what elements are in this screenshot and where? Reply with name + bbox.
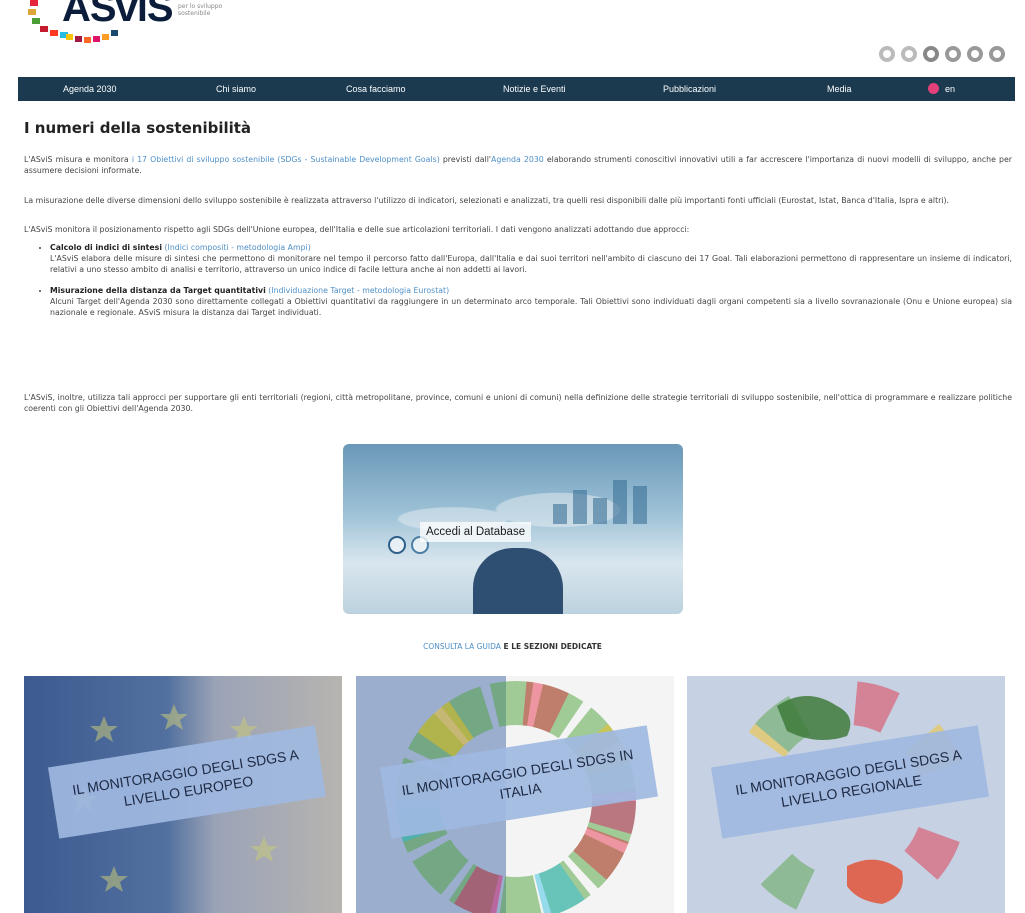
chart-graphic <box>553 464 663 524</box>
nav-item-notizie-eventi[interactable]: Notizie e Eventi <box>503 84 566 94</box>
list-item: Calcolo di indici di sintesi (Indici com… <box>50 242 1012 275</box>
bullet-text: Alcuni Target dell'Agenda 2030 sono dire… <box>50 297 1012 317</box>
twitter-icon[interactable] <box>945 46 961 62</box>
territorial-paragraph: L'ASviS, inoltre, utilizza tali approcci… <box>24 393 1012 413</box>
flag-icon[interactable] <box>928 83 939 94</box>
card-europe[interactable]: IL MONITORAGGIO DEGLI SDGS A LIVELLO EUR… <box>24 676 342 913</box>
youtube-icon[interactable] <box>989 46 1005 62</box>
bullet-text: L'ASviS elabora delle misure di sintesi … <box>50 254 1012 274</box>
instagram-icon[interactable] <box>967 46 983 62</box>
approach-paragraph: L'ASviS monitora il posizionamento rispe… <box>24 225 690 234</box>
intro-text-b: previsti dall' <box>439 155 492 164</box>
nav-item-media[interactable]: Media <box>827 84 852 94</box>
database-button[interactable]: Accedi al Database <box>420 522 532 542</box>
linkedin-icon[interactable] <box>901 46 917 62</box>
logo-subtitle: per lo sviluppo sostenibile <box>178 3 223 17</box>
intro-text-a: L'ASviS misura e monitora <box>24 155 132 164</box>
nav-item-pubblicazioni[interactable]: Pubblicazioni <box>663 84 716 94</box>
database-banner[interactable]: Accedi al Database <box>343 444 683 614</box>
social-links <box>879 46 1005 62</box>
guide-line: CONSULTA LA GUIDA E LE SEZIONI DEDICATE <box>0 642 1025 651</box>
facebook-icon[interactable] <box>923 46 939 62</box>
nav-item-chi-siamo[interactable]: Chi siamo <box>216 84 256 94</box>
list-item: Misurazione della distanza da Target qua… <box>50 285 1012 318</box>
sdgs-link[interactable]: i 17 Obiettivi di sviluppo sostenibile (… <box>132 155 440 164</box>
indici-compositi-link[interactable]: (Indici compositi - metodologia Ampi) <box>164 243 310 252</box>
bullet-title: Misurazione della distanza da Target qua… <box>50 286 266 295</box>
measurement-paragraph: La misurazione delle diverse dimensioni … <box>24 196 950 205</box>
intro-paragraph: L'ASviS misura e monitora i 17 Obiettivi… <box>24 154 1012 176</box>
search-icon[interactable] <box>879 46 895 62</box>
logo-dots-icon <box>66 30 118 43</box>
bullet-title: Calcolo di indici di sintesi <box>50 243 162 252</box>
guide-rest: E LE SEZIONI DEDICATE <box>500 642 602 651</box>
page-title: I numeri della sostenibilità <box>24 119 252 137</box>
card-regionale[interactable]: IL MONITORAGGIO DEGLI SDGS A LIVELLO REG… <box>687 676 1005 913</box>
approach-list: Calcolo di indici di sintesi (Indici com… <box>50 242 1012 328</box>
logo-text: ASviS <box>62 0 174 30</box>
agenda-2030-link[interactable]: Agenda 2030 <box>491 155 544 164</box>
guide-link[interactable]: CONSULTA LA GUIDA <box>423 642 501 651</box>
circle-icon <box>388 536 406 554</box>
language-switch[interactable]: en <box>945 84 955 94</box>
main-nav: Agenda 2030 Chi siamo Cosa facciamo Noti… <box>18 77 1015 101</box>
nav-item-agenda-2030[interactable]: Agenda 2030 <box>63 84 117 94</box>
individuazione-target-link[interactable]: (Individuazione Target - metodologia Eur… <box>268 286 449 295</box>
asvis-logo[interactable]: ASviS per lo sviluppo sostenibile <box>28 0 222 55</box>
card-italia[interactable]: IL MONITORAGGIO DEGLI SDGS IN ITALIA <box>356 676 674 913</box>
nav-item-cosa-facciamo[interactable]: Cosa facciamo <box>346 84 406 94</box>
person-graphic <box>473 548 563 614</box>
